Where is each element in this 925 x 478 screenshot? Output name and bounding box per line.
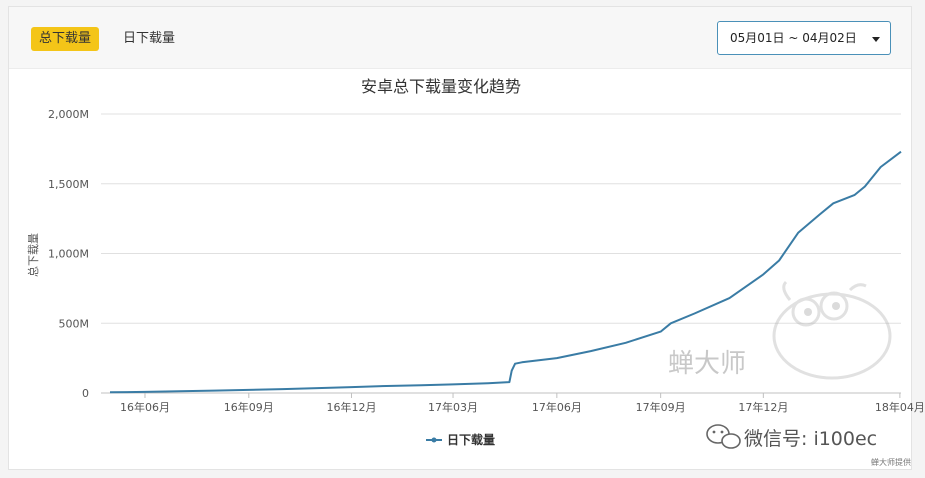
cicada-logo (772, 280, 892, 380)
x-tick-label: 17年06月 (532, 400, 582, 414)
y-tick-labels: 0 500M 1,000M 1,500M 2,000M (48, 108, 89, 400)
line-chart: 安卓总下载量变化趋势 总下载量 0500M1,000M1,500M2,000M … (26, 77, 925, 449)
chart-title: 安卓总下载量变化趋势 (361, 77, 521, 96)
y-axis-title: 总下载量 (26, 233, 40, 277)
y-tick-label: 2,000M (48, 108, 89, 121)
y-tick-label: 500M (59, 317, 90, 330)
x-tick-label: 18年04月 (875, 400, 925, 414)
grid-lines (101, 113, 901, 324)
x-tick-label: 17年12月 (738, 400, 788, 414)
x-tick-label: 17年03月 (428, 400, 478, 414)
y-tick-label: 1,000M (48, 248, 89, 261)
legend-swatch-dot (431, 437, 437, 443)
x-tick-label: 16年12月 (326, 400, 376, 414)
x-tick-label: 17年09月 (636, 400, 686, 414)
legend-label: 日下载量 (447, 432, 495, 447)
x-tick-labels: 16年06月 16年09月 16年12月 17年03月 17年06月 17年09月 17年1… (120, 393, 925, 414)
x-tick-label: 16年09月 (224, 400, 274, 414)
wechat-icon (706, 424, 741, 449)
y-tick-label: 1,500M (48, 178, 89, 191)
wechat-id: 微信号: i100ec (744, 428, 878, 450)
x-tick-label: 16年06月 (120, 400, 170, 414)
y-tick-label: 0 (82, 387, 89, 400)
credit-text: 蝉大师提供 (871, 458, 911, 467)
watermark-text: 蝉大师 (668, 349, 746, 379)
legend[interactable]: 日下载量 (426, 432, 495, 447)
